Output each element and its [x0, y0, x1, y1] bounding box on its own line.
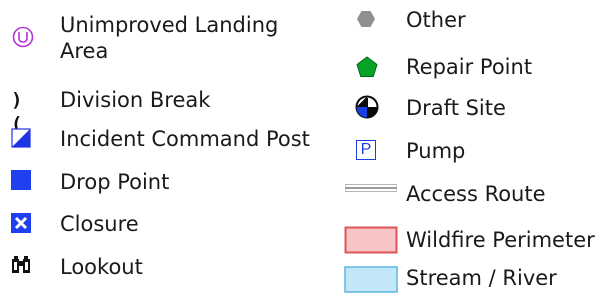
legend-label: Pump — [406, 139, 466, 163]
legend-label: Incident Command Post — [60, 127, 310, 151]
lookout-icon — [11, 256, 31, 274]
legend-label: Draft Site — [406, 96, 506, 120]
hexagon-icon — [356, 9, 376, 29]
legend-label: Wildfire Perimeter — [406, 228, 595, 252]
unimproved-landing-area-icon — [11, 25, 35, 49]
map-legend: Unimproved Landing Area )( Division Brea… — [0, 0, 614, 293]
legend-label: Drop Point — [60, 170, 170, 194]
pentagon-icon — [356, 56, 378, 78]
legend-label: Other — [406, 8, 466, 32]
legend-label: Lookout — [60, 255, 143, 279]
legend-label: Stream / River — [406, 266, 557, 290]
stream-river-icon — [344, 266, 398, 293]
legend-label: Repair Point — [406, 55, 533, 79]
incident-command-post-icon — [11, 128, 31, 148]
draft-site-icon — [355, 95, 379, 119]
legend-label: Closure — [60, 212, 139, 236]
legend-label: Unimproved Landing — [60, 13, 279, 37]
closure-icon — [11, 213, 31, 233]
legend-label-continued: Area — [60, 39, 109, 63]
drop-point-icon — [11, 170, 31, 190]
legend-label: Division Break — [60, 88, 211, 112]
access-route-icon — [345, 184, 397, 192]
legend-label: Access Route — [406, 182, 546, 206]
wildfire-perimeter-icon — [344, 226, 398, 254]
pump-icon: P — [356, 140, 376, 160]
